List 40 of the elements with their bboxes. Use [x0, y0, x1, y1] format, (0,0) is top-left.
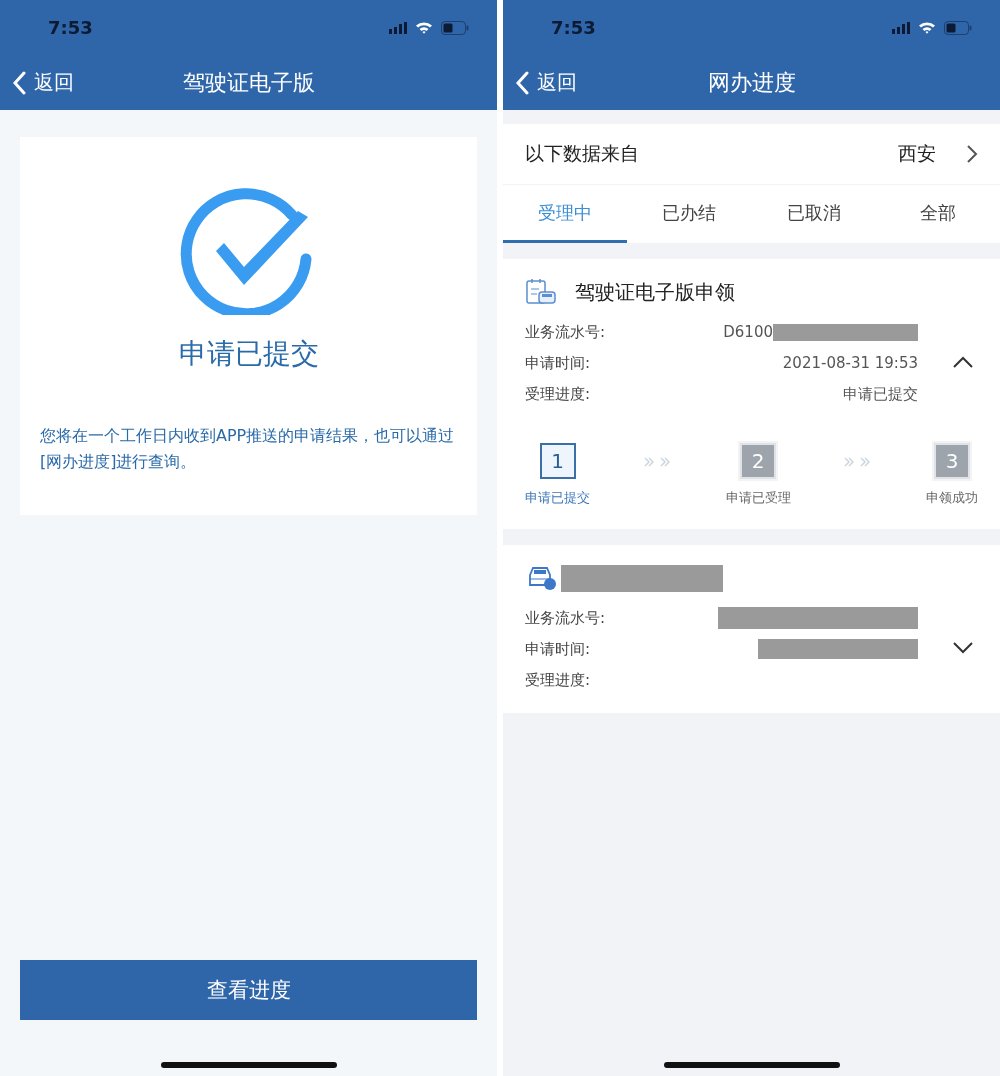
field-value: 申请已提交	[843, 384, 918, 404]
wifi-icon	[415, 21, 433, 34]
step-number: 3	[934, 443, 970, 479]
field-label: 受理进度:	[525, 670, 591, 690]
step-number: 1	[539, 443, 576, 479]
battery-icon	[944, 20, 972, 35]
field-label: 申请时间:	[525, 353, 591, 373]
field-label: 申请时间:	[525, 639, 591, 659]
step-label: 申领成功	[926, 489, 978, 507]
signal-icon	[389, 21, 407, 34]
step-label: 申请已受理	[725, 489, 791, 507]
document-car-icon	[525, 278, 557, 306]
chevron-right-icon	[966, 144, 978, 164]
battery-icon	[441, 20, 469, 35]
back-icon	[12, 70, 26, 95]
field-value: 2021-08-31 19:53	[782, 354, 918, 372]
field-value: D6100	[723, 323, 773, 341]
signal-icon	[892, 21, 910, 34]
screen-title: 驾驶证电子版	[182, 68, 315, 97]
back-icon	[515, 70, 529, 95]
tab[interactable]: 已取消	[751, 185, 876, 243]
status-time: 7:53	[48, 17, 93, 38]
card-title: 驾驶证电子版申领	[575, 278, 735, 306]
data-source-row[interactable]: 以下数据来自 西安	[503, 124, 1000, 184]
tab[interactable]: 已办结	[627, 185, 752, 243]
result-message: 您将在一个工作日内收到APP推送的申请结果，也可以通过[网办进度]进行查询。	[40, 425, 456, 473]
field-label: 业务流水号:	[525, 608, 606, 628]
status-time: 7:53	[551, 17, 596, 38]
step-number: 2	[740, 443, 776, 479]
field-label: 受理进度:	[525, 384, 591, 404]
field-label: 业务流水号:	[525, 322, 606, 342]
double-chevron-icon	[642, 457, 673, 467]
view-progress-button[interactable]: 查看进度	[20, 960, 477, 1020]
wifi-icon	[918, 21, 936, 34]
back-button[interactable]: 返回	[10, 67, 76, 98]
step-label: 申请已提交	[525, 489, 590, 507]
screen-title: 网办进度	[707, 68, 796, 97]
back-button[interactable]: 返回	[513, 67, 579, 98]
tab[interactable]: 全部	[875, 185, 1000, 243]
result-title: 申请已提交	[178, 336, 319, 372]
